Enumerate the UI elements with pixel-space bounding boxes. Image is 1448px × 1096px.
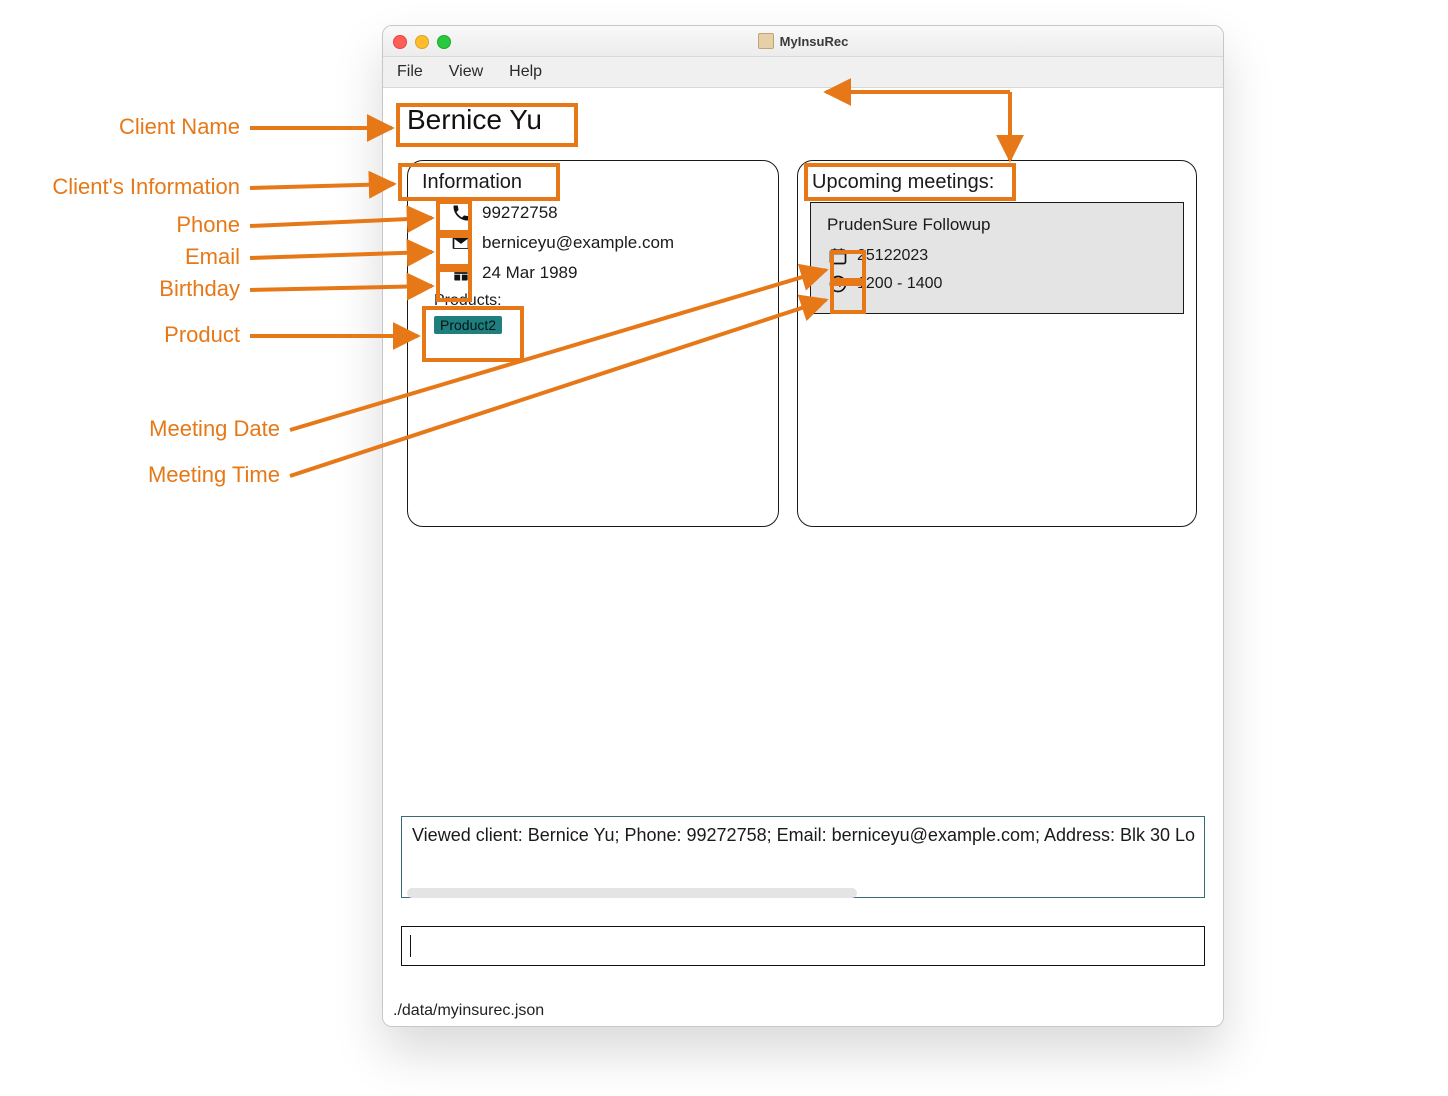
information-title: Information <box>422 171 778 194</box>
meeting-row-time: 1200 - 1400 <box>827 273 1171 295</box>
meetings-panel: Upcoming meetings: PrudenSure Followup 2… <box>797 160 1197 527</box>
menu-help[interactable]: Help <box>509 63 542 81</box>
annotation-birthday: Birthday <box>140 276 240 302</box>
info-row-email: berniceyu@example.com <box>450 232 778 254</box>
meeting-date-value: 25122023 <box>857 247 928 265</box>
phone-icon <box>450 202 472 224</box>
app-title: MyInsuRec <box>780 34 849 49</box>
horizontal-scrollbar[interactable] <box>407 888 857 898</box>
text-caret <box>410 935 411 957</box>
meeting-item-title: PrudenSure Followup <box>827 215 1171 235</box>
minimize-icon[interactable] <box>415 35 429 49</box>
annotation-meeting-date: Meeting Date <box>100 416 280 442</box>
fullscreen-icon[interactable] <box>437 35 451 49</box>
email-value: berniceyu@example.com <box>482 233 674 253</box>
annotation-client-name: Client Name <box>60 114 240 140</box>
information-panel: Information 99272758 berniceyu@example.c… <box>407 160 779 527</box>
annotation-product: Product <box>130 322 240 348</box>
app-icon <box>758 33 774 49</box>
menu-file[interactable]: File <box>397 63 423 81</box>
titlebar: MyInsuRec <box>383 26 1223 57</box>
meeting-time-value: 1200 - 1400 <box>857 275 942 293</box>
phone-value: 99272758 <box>482 203 558 223</box>
info-row-birthday: 24 Mar 1989 <box>450 262 778 284</box>
calendar-icon <box>827 245 849 267</box>
status-path: ./data/myinsurec.json <box>393 1002 544 1020</box>
birthday-value: 24 Mar 1989 <box>482 263 577 283</box>
meeting-row-date: 25122023 <box>827 245 1171 267</box>
close-icon[interactable] <box>393 35 407 49</box>
email-icon <box>450 232 472 254</box>
clock-icon <box>827 273 849 295</box>
content-area: Bernice Yu Information 99272758 bernicey… <box>383 88 1223 1027</box>
menubar: File View Help <box>383 57 1223 88</box>
info-row-phone: 99272758 <box>450 202 778 224</box>
window-controls[interactable] <box>393 35 451 49</box>
annotation-client-info: Client's Information <box>0 174 240 200</box>
annotation-meeting-time: Meeting Time <box>100 462 280 488</box>
gift-icon <box>450 262 472 284</box>
menu-view[interactable]: View <box>449 63 483 81</box>
annotation-phone: Phone <box>140 212 240 238</box>
command-input[interactable] <box>401 926 1205 966</box>
app-window: MyInsuRec File View Help Bernice Yu Info… <box>382 25 1224 1027</box>
annotation-email: Email <box>140 244 240 270</box>
meetings-title: Upcoming meetings: <box>812 171 1196 194</box>
product-tag: Product2 <box>434 316 502 334</box>
result-log: Viewed client: Bernice Yu; Phone: 992727… <box>401 816 1205 898</box>
products-label: Products: <box>434 292 778 310</box>
client-name-heading: Bernice Yu <box>407 104 542 136</box>
meeting-card[interactable]: PrudenSure Followup 25122023 1200 - 1400 <box>810 202 1184 314</box>
